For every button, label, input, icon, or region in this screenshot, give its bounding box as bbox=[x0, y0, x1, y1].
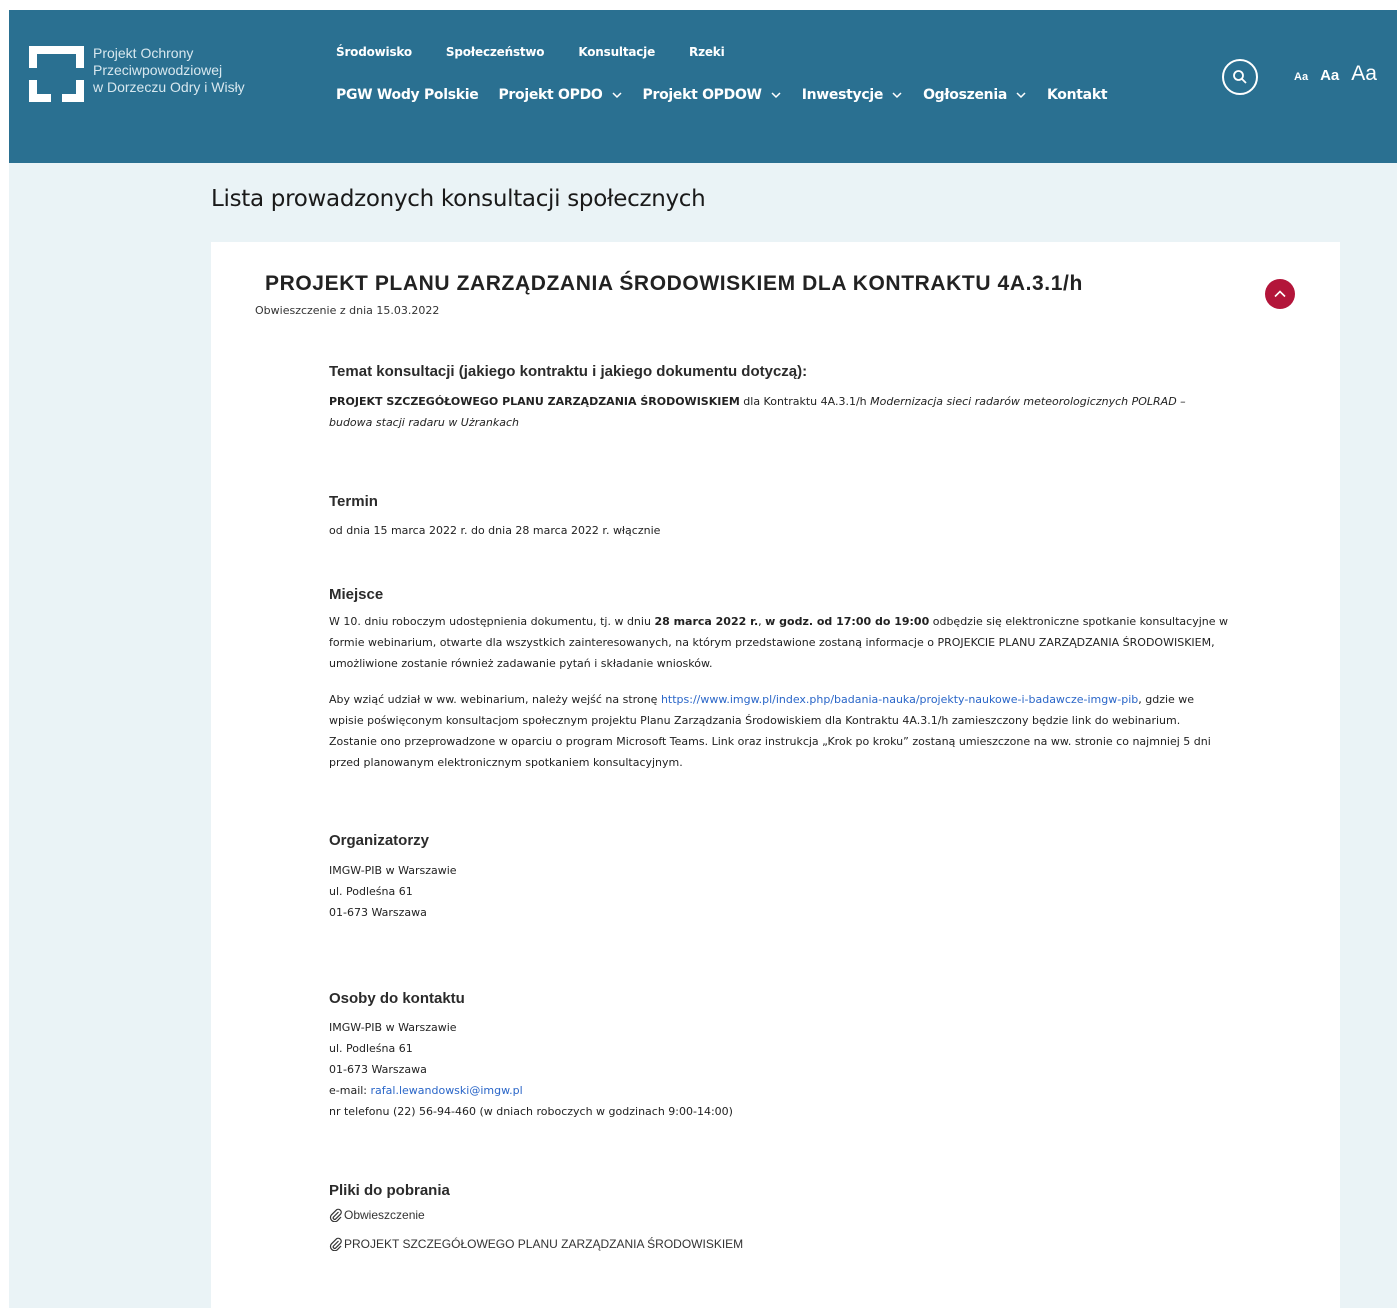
chevron-down-icon bbox=[892, 92, 902, 99]
nav-item-label: Ogłoszenia bbox=[923, 87, 1007, 103]
chevron-up-icon bbox=[1274, 290, 1286, 298]
consultation-date: Obwieszczenie z dnia 15.03.2022 bbox=[255, 304, 440, 317]
section-text-temat: PROJEKT SZCZEGÓŁOWEGO PLANU ZARZĄDZANIA … bbox=[329, 391, 1229, 433]
file-name: Obwieszczenie bbox=[344, 1208, 425, 1222]
address-line: 01-673 Warszawa bbox=[329, 1063, 427, 1076]
email-label: e-mail: bbox=[329, 1084, 371, 1097]
miejsce-text: Aby wziąć udział w ww. webinarium, należ… bbox=[329, 693, 661, 706]
site-header: Projekt Ochrony Przeciwpowodziowej w Dor… bbox=[9, 10, 1397, 163]
section-text-miejsce-1: W 10. dniu roboczym udostępnienia dokume… bbox=[329, 611, 1229, 674]
email-line: e-mail: rafal.lewandowski@imgw.pl bbox=[329, 1080, 1229, 1101]
nav-link-srodowisko[interactable]: Środowisko bbox=[336, 45, 412, 59]
file-link-projekt[interactable]: PROJEKT SZCZEGÓŁOWEGO PLANU ZARZĄDZANIA … bbox=[329, 1237, 743, 1251]
section-heading-termin: Termin bbox=[329, 493, 378, 510]
font-size-large[interactable]: Aa bbox=[1351, 62, 1377, 86]
top-nav: Środowisko Społeczeństwo Konsultacje Rze… bbox=[336, 45, 759, 59]
chevron-down-icon bbox=[771, 92, 781, 99]
nav-item-projekt-opdo[interactable]: Projekt OPDO bbox=[498, 87, 622, 103]
font-size-switcher: Aa Aa Aa bbox=[1294, 62, 1377, 86]
page-title: Lista prowadzonych konsultacji społeczny… bbox=[211, 186, 706, 212]
file-link-obwieszczenie[interactable]: Obwieszczenie bbox=[329, 1208, 425, 1222]
nav-item-label: Projekt OPDO bbox=[498, 87, 603, 103]
nav-item-pgw[interactable]: PGW Wody Polskie bbox=[336, 87, 479, 103]
miejsce-hours: w godz. od 17:00 do 19:00 bbox=[765, 615, 930, 628]
site-name-line: Przeciwpowodziowej bbox=[93, 62, 223, 78]
nav-item-ogloszenia[interactable]: Ogłoszenia bbox=[923, 87, 1027, 103]
font-size-medium[interactable]: Aa bbox=[1320, 67, 1339, 84]
section-heading-temat: Temat konsultacji (jakiego kontraktu i j… bbox=[329, 363, 808, 380]
temat-bold: PROJEKT SZCZEGÓŁOWEGO PLANU ZARZĄDZANIA … bbox=[329, 395, 740, 408]
nav-link-spoleczenstwo[interactable]: Społeczeństwo bbox=[446, 45, 545, 59]
section-heading-miejsce: Miejsce bbox=[329, 586, 384, 603]
address-line: IMGW-PIB w Warszawie bbox=[329, 864, 457, 877]
chevron-down-icon bbox=[1016, 92, 1026, 99]
search-icon bbox=[1233, 70, 1247, 84]
nav-item-projekt-opdow[interactable]: Projekt OPDOW bbox=[643, 87, 782, 103]
page-canvas: Projekt Ochrony Przeciwpowodziowej w Dor… bbox=[9, 10, 1397, 1308]
site-name-line: w Dorzeczu Odry i Wisły bbox=[93, 79, 245, 95]
file-name: PROJEKT SZCZEGÓŁOWEGO PLANU ZARZĄDZANIA … bbox=[344, 1237, 744, 1251]
site-name-line: Projekt Ochrony bbox=[93, 45, 194, 61]
paperclip-icon bbox=[329, 1237, 342, 1251]
nav-item-inwestycje[interactable]: Inwestycje bbox=[802, 87, 903, 103]
nav-item-label: Inwestycje bbox=[801, 87, 884, 103]
nav-item-kontakt[interactable]: Kontakt bbox=[1047, 87, 1108, 103]
section-heading-kontakt: Osoby do kontaktu bbox=[329, 990, 465, 1007]
nav-item-label: Projekt OPDOW bbox=[642, 87, 762, 103]
section-heading-organizatorzy: Organizatorzy bbox=[329, 832, 430, 849]
main-nav: PGW Wody Polskie Projekt OPDO Projekt OP… bbox=[336, 87, 1127, 103]
temat-plain: dla Kontraktu 4A.3.1/h bbox=[739, 395, 871, 408]
section-text-termin: od dnia 15 marca 2022 r. do dnia 28 marc… bbox=[329, 524, 661, 537]
consultation-title[interactable]: PROJEKT PLANU ZARZĄDZANIA ŚRODOWISKIEM D… bbox=[265, 272, 1083, 296]
phone-line: nr telefonu (22) 56-94-460 (w dniach rob… bbox=[329, 1105, 733, 1118]
section-text-kontakt: IMGW-PIB w Warszawie ul. Podleśna 61 01-… bbox=[329, 1017, 1229, 1122]
search-button[interactable] bbox=[1222, 59, 1258, 95]
address-line: 01-673 Warszawa bbox=[329, 906, 427, 919]
nav-item-label: PGW Wody Polskie bbox=[336, 87, 479, 103]
section-text-organizatorzy: IMGW-PIB w Warszawie ul. Podleśna 61 01-… bbox=[329, 860, 1229, 923]
chevron-down-icon bbox=[611, 92, 622, 99]
address-line: ul. Podleśna 61 bbox=[329, 885, 413, 898]
section-text-miejsce-2: Aby wziąć udział w ww. webinarium, należ… bbox=[329, 689, 1229, 773]
nav-item-label: Kontakt bbox=[1047, 87, 1108, 103]
miejsce-text: W 10. dniu roboczym udostępnienia dokume… bbox=[329, 615, 655, 628]
address-line: ul. Podleśna 61 bbox=[329, 1042, 413, 1055]
miejsce-date: 28 marca 2022 r. bbox=[654, 615, 759, 628]
collapse-button[interactable] bbox=[1265, 279, 1295, 309]
section-heading-pliki: Pliki do pobrania bbox=[329, 1182, 450, 1199]
paperclip-icon bbox=[329, 1208, 342, 1222]
nav-link-rzeki[interactable]: Rzeki bbox=[689, 45, 725, 59]
consultation-card: PROJEKT PLANU ZARZĄDZANIA ŚRODOWISKIEM D… bbox=[211, 242, 1340, 1308]
address-line: IMGW-PIB w Warszawie bbox=[329, 1021, 457, 1034]
site-name[interactable]: Projekt Ochrony Przeciwpowodziowej w Dor… bbox=[93, 45, 293, 96]
webinar-link[interactable]: https://www.imgw.pl/index.php/badania-na… bbox=[661, 693, 1138, 706]
logo-icon[interactable] bbox=[29, 46, 84, 102]
email-link[interactable]: rafal.lewandowski@imgw.pl bbox=[371, 1084, 523, 1097]
font-size-small[interactable]: Aa bbox=[1294, 71, 1308, 83]
nav-link-konsultacje[interactable]: Konsultacje bbox=[578, 45, 655, 59]
